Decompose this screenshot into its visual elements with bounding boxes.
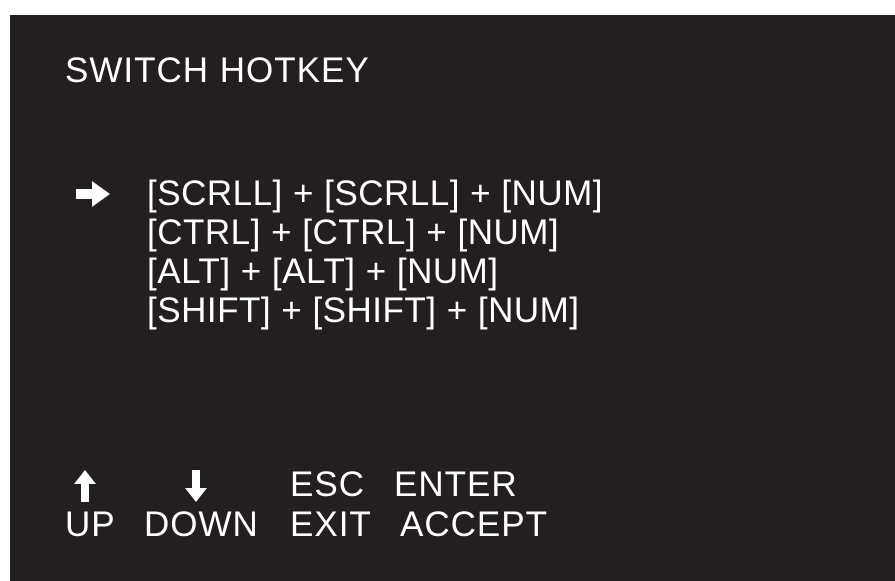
hotkey-option-alt[interactable]: [ALT] + [ALT] + [NUM] bbox=[147, 252, 499, 292]
down-arrow-icon bbox=[185, 470, 207, 502]
enter-key-label: ACCEPT bbox=[400, 505, 548, 544]
enter-key-hint: ENTER ACCEPT bbox=[394, 465, 564, 555]
right-arrow-icon bbox=[76, 181, 110, 207]
hotkey-option-ctrl[interactable]: [CTRL] + [CTRL] + [NUM] bbox=[147, 213, 559, 253]
osd-screen: SWITCH HOTKEY [SCRLL] + [SCRLL] + [NUM] … bbox=[10, 15, 895, 581]
hotkey-option-shift[interactable]: [SHIFT] + [SHIFT] + [NUM] bbox=[147, 291, 580, 331]
up-arrow-icon bbox=[74, 470, 96, 502]
hotkey-option-scrll[interactable]: [SCRLL] + [SCRLL] + [NUM] bbox=[147, 174, 603, 214]
up-key-hint: UP bbox=[65, 465, 125, 555]
esc-key-hint: ESC EXIT bbox=[290, 465, 382, 555]
down-key-label: DOWN bbox=[144, 505, 259, 544]
esc-key-label: EXIT bbox=[290, 505, 372, 544]
key-legend: UP DOWN ESC EXIT ENTER ACCEPT bbox=[10, 465, 895, 555]
down-key-hint: DOWN bbox=[144, 465, 268, 555]
up-key-label: UP bbox=[65, 505, 116, 544]
enter-key-name: ENTER bbox=[394, 465, 518, 504]
esc-key-name: ESC bbox=[290, 465, 365, 504]
screen-title: SWITCH HOTKEY bbox=[65, 51, 370, 90]
